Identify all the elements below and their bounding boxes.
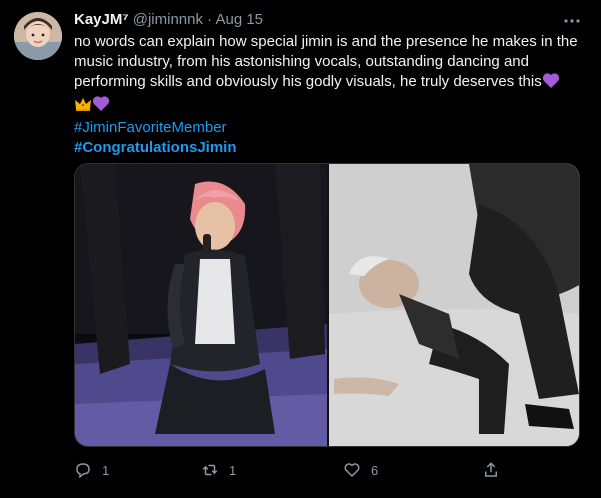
retweet-button[interactable]: 1 xyxy=(201,458,236,482)
avatar-image xyxy=(14,12,62,60)
crown-icon xyxy=(74,96,92,118)
purple-heart-icon xyxy=(542,72,560,95)
tweet: KayJM⁷ @jiminnnk · Aug 15 no words can e… xyxy=(0,0,601,498)
tweet-date[interactable]: Aug 15 xyxy=(215,11,263,28)
share-icon xyxy=(485,462,497,477)
reply-icon xyxy=(76,463,90,479)
tweet-text: no words can explain how special jimin i… xyxy=(74,33,578,90)
heart-icon xyxy=(344,463,360,478)
avatar[interactable] xyxy=(14,12,62,60)
reply-button[interactable]: 1 xyxy=(74,458,109,482)
hashtag-link[interactable]: #JiminFavoriteMember xyxy=(74,118,584,138)
like-count: 6 xyxy=(371,462,379,478)
media-grid xyxy=(74,163,580,447)
tweet-body: no words can explain how special jimin i… xyxy=(74,32,584,158)
hashtag-link[interactable]: #CongratulationsJimin xyxy=(74,138,584,158)
reply-count: 1 xyxy=(102,462,110,478)
more-options-icon[interactable] xyxy=(563,12,581,30)
retweet-icon xyxy=(202,464,218,476)
display-name[interactable]: KayJM⁷ xyxy=(74,11,129,28)
like-button[interactable]: 6 xyxy=(343,458,378,482)
user-handle[interactable]: @jiminnnk xyxy=(133,11,203,28)
purple-heart-icon xyxy=(92,95,110,118)
retweet-count: 1 xyxy=(229,462,237,478)
photo-left[interactable] xyxy=(75,164,327,446)
separator-dot: · xyxy=(207,11,213,28)
share-button[interactable] xyxy=(482,458,500,482)
tweet-actions: 1 1 6 xyxy=(74,458,580,482)
tweet-header: KayJM⁷ @jiminnnk · Aug 15 xyxy=(74,10,263,30)
photo-right[interactable] xyxy=(329,164,579,446)
